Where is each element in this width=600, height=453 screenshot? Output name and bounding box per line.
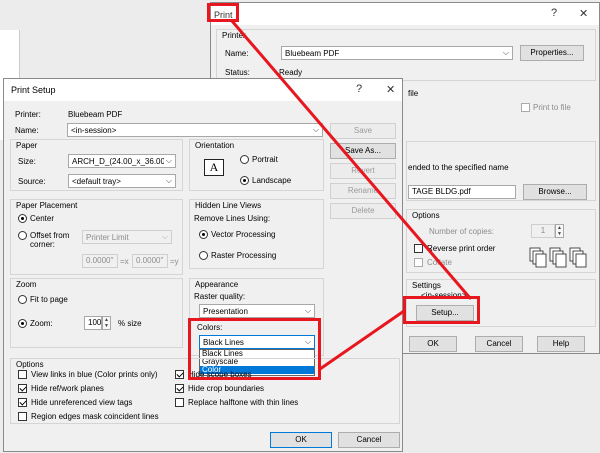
annotation-arrows	[230, 19, 472, 371]
